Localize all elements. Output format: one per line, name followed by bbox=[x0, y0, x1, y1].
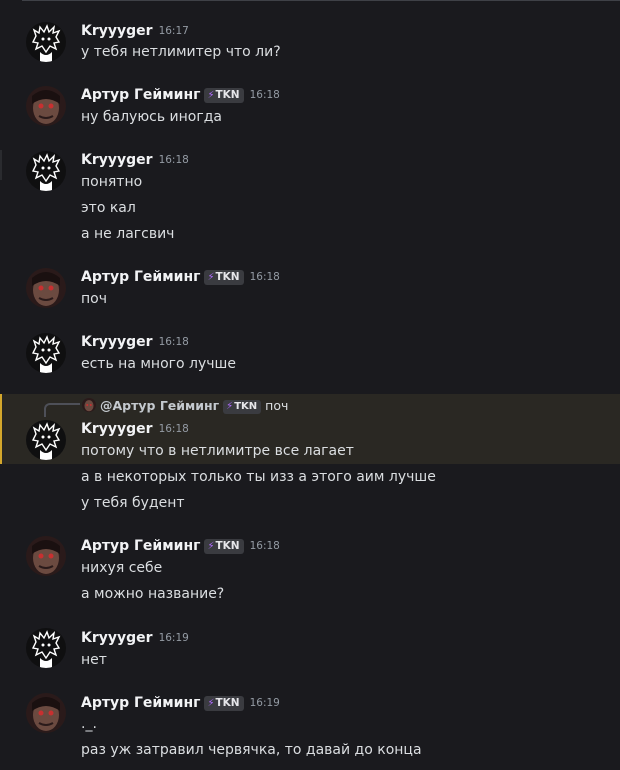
username[interactable]: Krуyyger bbox=[81, 23, 153, 39]
message-header: Krуyyger 16:18 bbox=[81, 151, 189, 169]
reply-text: поч bbox=[265, 398, 289, 413]
bolt-icon: ⚡ bbox=[226, 401, 234, 412]
username[interactable]: Артур Гейминг bbox=[81, 695, 200, 711]
bolt-icon: ⚡ bbox=[207, 90, 215, 101]
message-header: Krуyyger 16:17 bbox=[81, 22, 189, 40]
message-text: поч bbox=[81, 291, 107, 307]
message-group: Krуyyger 16:17 у тебя нетлимитер что ли? bbox=[0, 0, 620, 80]
bolt-icon: ⚡ bbox=[207, 541, 215, 552]
message-header: Артур Гейминг ⚡TKN 16:18 bbox=[81, 86, 280, 104]
avatar[interactable] bbox=[26, 86, 66, 126]
username[interactable]: Артур Гейминг bbox=[81, 538, 200, 554]
message-header: Артур Гейминг ⚡TKN 16:18 bbox=[81, 537, 280, 555]
username[interactable]: Krуyyger bbox=[81, 334, 153, 350]
message-text: есть на много лучше bbox=[81, 356, 236, 372]
message-group: Krуyyger 16:18 есть на много лучше bbox=[0, 327, 620, 392]
clan-tag[interactable]: ⚡TKN bbox=[223, 400, 262, 414]
message-header: Артур Гейминг ⚡TKN 16:18 bbox=[81, 268, 280, 286]
message-group: Артур Гейминг ⚡TKN 16:18 ну балуюсь иногда bbox=[0, 80, 620, 145]
message-text: нет bbox=[81, 652, 107, 668]
avatar[interactable] bbox=[26, 333, 66, 373]
message-group: Артур Гейминг ⚡TKN 16:18 поч bbox=[0, 262, 620, 327]
timestamp: 16:18 bbox=[249, 271, 280, 283]
clan-tag[interactable]: ⚡TKN bbox=[204, 88, 244, 103]
timestamp: 16:18 bbox=[249, 540, 280, 552]
timestamp: 16:17 bbox=[158, 25, 189, 37]
avatar[interactable] bbox=[26, 420, 66, 460]
username[interactable]: Krуyyger bbox=[81, 421, 153, 437]
reply-mention[interactable]: @Артур Гейминг bbox=[100, 398, 219, 413]
username[interactable]: Артур Гейминг bbox=[81, 87, 200, 103]
message-group: Krуyyger 16:19 нет bbox=[0, 622, 620, 687]
timestamp: 16:19 bbox=[249, 697, 280, 709]
reply-avatar bbox=[82, 398, 96, 412]
message-header: Krуyyger 16:18 bbox=[81, 333, 189, 351]
username[interactable]: Krуyyger bbox=[81, 152, 153, 168]
reply-connector bbox=[44, 403, 80, 417]
clan-tag[interactable]: ⚡TKN bbox=[204, 696, 244, 711]
avatar[interactable] bbox=[26, 693, 66, 733]
avatar[interactable] bbox=[26, 151, 66, 191]
timestamp: 16:18 bbox=[158, 154, 189, 166]
message-text: нихуя себе bbox=[81, 560, 163, 576]
avatar[interactable] bbox=[26, 268, 66, 308]
message-header: Артур Гейминг ⚡TKN 16:19 bbox=[81, 694, 280, 712]
message-text: у тебя будент bbox=[81, 495, 185, 511]
timestamp: 16:18 bbox=[158, 336, 189, 348]
message-text: а в некоторых только ты изз а этого аим … bbox=[81, 469, 436, 485]
bolt-icon: ⚡ bbox=[207, 272, 215, 283]
clan-tag[interactable]: ⚡TKN bbox=[204, 539, 244, 554]
message-header: Krуyyger 16:18 bbox=[81, 420, 189, 438]
clan-tag[interactable]: ⚡TKN bbox=[204, 270, 244, 285]
message-text: понятно bbox=[81, 174, 143, 190]
username[interactable]: Krуyyger bbox=[81, 630, 153, 646]
message-text: потому что в нетлимитре все лагает bbox=[81, 443, 354, 459]
timestamp: 16:18 bbox=[158, 423, 189, 435]
message-text: это кал bbox=[81, 200, 136, 216]
message-text: у тебя нетлимитер что ли? bbox=[81, 44, 281, 60]
message-text: ._. bbox=[81, 716, 97, 732]
username[interactable]: Артур Гейминг bbox=[81, 269, 200, 285]
avatar[interactable] bbox=[26, 536, 66, 576]
message-group: Артур Гейминг ⚡TKN 16:19 ._. раз уж затрав… bbox=[0, 687, 620, 770]
avatar[interactable] bbox=[26, 22, 66, 62]
bolt-icon: ⚡ bbox=[207, 698, 215, 709]
message-text: ну балуюсь иногда bbox=[81, 109, 222, 125]
timestamp: 16:18 bbox=[249, 89, 280, 101]
message-text: а можно название? bbox=[81, 586, 225, 602]
message-group: Артур Гейминг ⚡TKN 16:18 нихуя себе а можн… bbox=[0, 530, 620, 620]
reply-reference[interactable]: @Артур Гейминг ⚡TKN поч bbox=[82, 397, 288, 415]
message-group: Krуyyger 16:18 понятно это кал а не лагсв… bbox=[0, 145, 620, 260]
message-text: а не лагсвич bbox=[81, 226, 175, 242]
avatar[interactable] bbox=[26, 628, 66, 668]
message-text: раз уж затравил червячка, то давай до ко… bbox=[81, 742, 422, 758]
timestamp: 16:19 bbox=[158, 632, 189, 644]
message-header: Krуyyger 16:19 bbox=[81, 629, 189, 647]
